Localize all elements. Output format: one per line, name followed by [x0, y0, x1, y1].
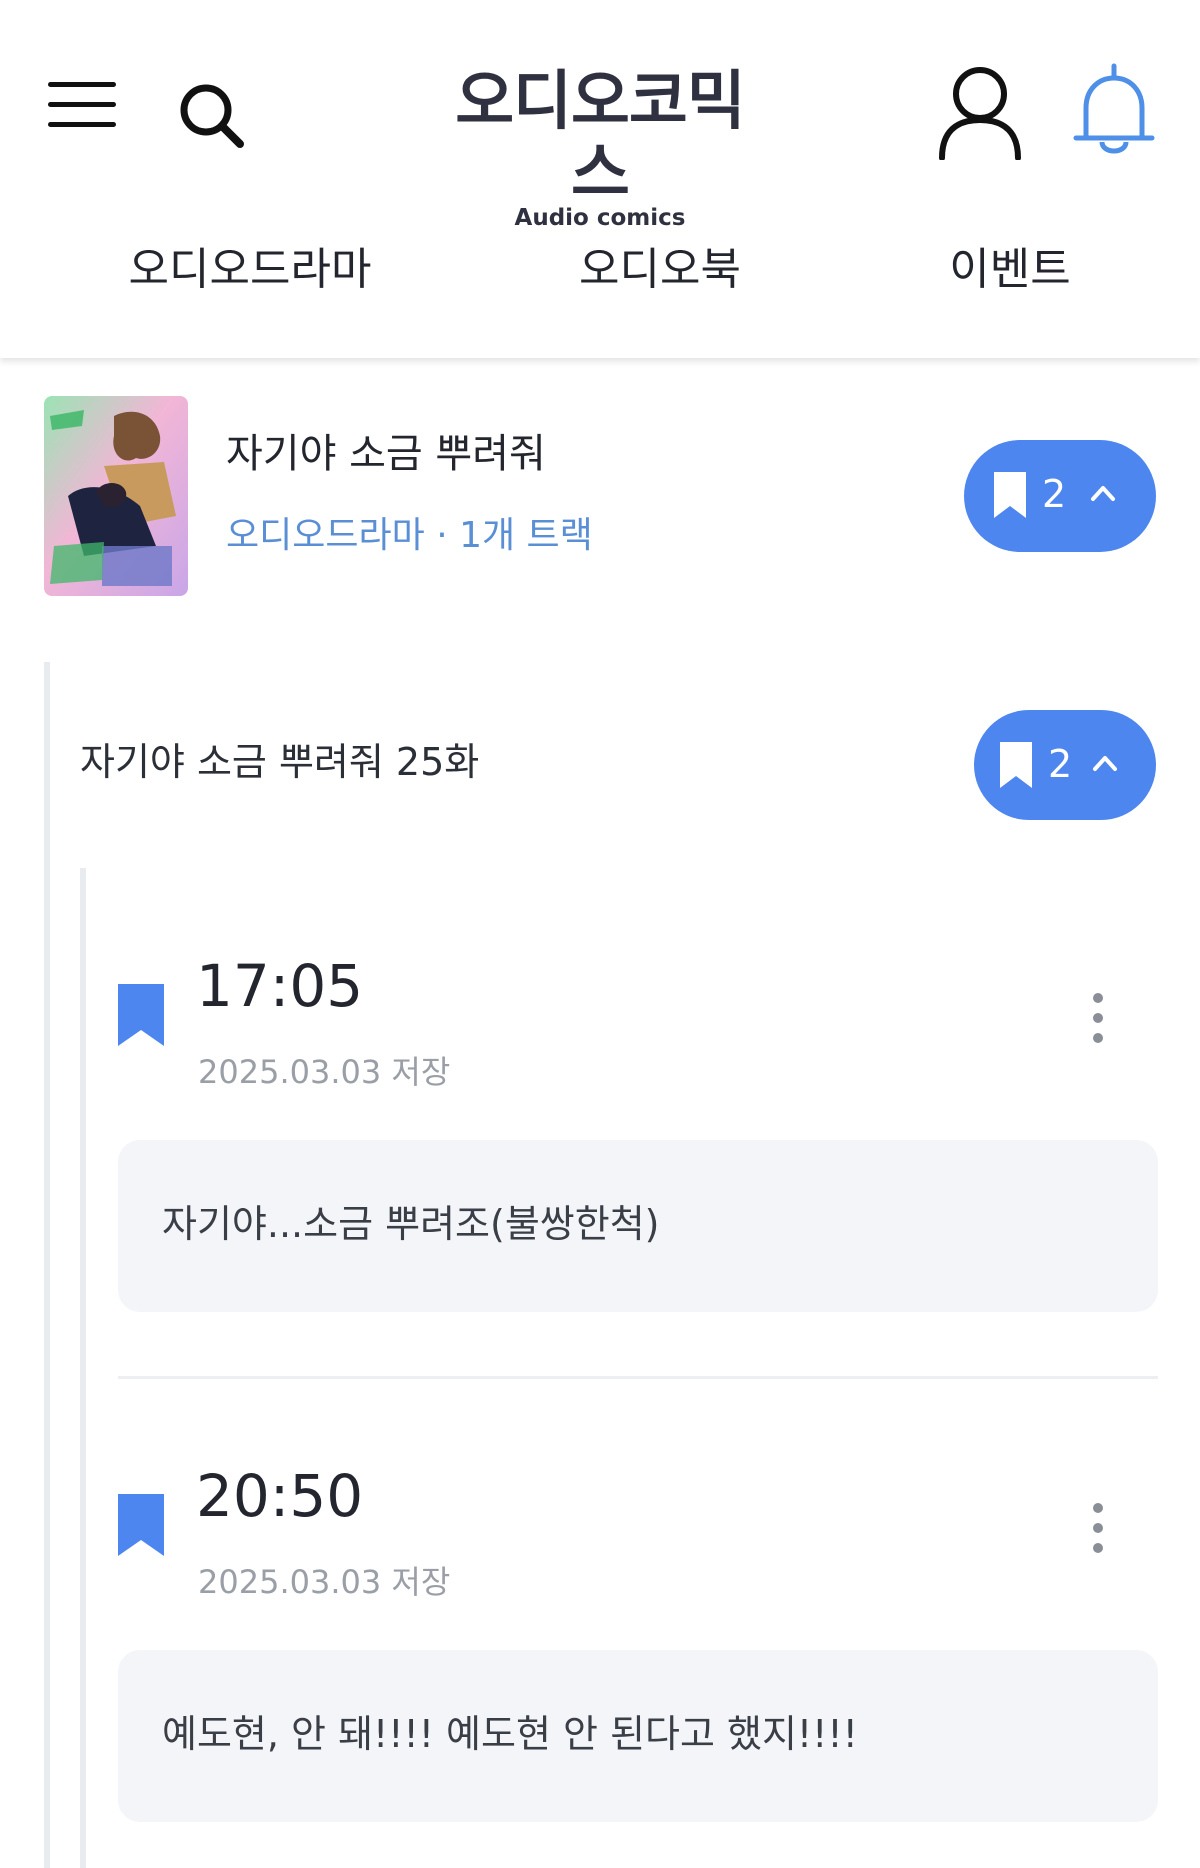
bookmark-saved-date: 2025.03.03 저장	[198, 1053, 451, 1091]
series-meta: 오디오드라마 · 1개 트랙	[226, 512, 593, 560]
bookmark-icon	[1000, 742, 1032, 788]
bookmark-count: 2	[1042, 472, 1067, 516]
notification-bell-icon[interactable]	[1072, 62, 1156, 162]
tab-audio-drama[interactable]: 오디오드라마	[100, 240, 400, 300]
meta-separator: ·	[436, 515, 448, 556]
bookmark-note-box[interactable]: 자기야...소금 뿌려조(불쌍한척)	[118, 1140, 1158, 1312]
bookmark-flag-icon	[118, 1494, 164, 1556]
bookmark-saved-date: 2025.03.03 저장	[198, 1563, 451, 1601]
logo-title: 오디오코믹스	[455, 65, 745, 211]
bookmark-time[interactable]: 17:05	[196, 950, 363, 1022]
series-title[interactable]: 자기야 소금 뿌려줘	[226, 426, 546, 482]
tab-audio-book[interactable]: 오디오북	[560, 240, 760, 300]
bookmark-note-text: 예도현, 안 돼!!!! 예도현 안 된다고 했지!!!!	[162, 1712, 858, 1756]
episode-title[interactable]: 자기야 소금 뿌려줘 25화	[80, 736, 479, 788]
bookmark-time[interactable]: 20:50	[196, 1460, 363, 1532]
app-logo[interactable]: 오디오코믹스 Audio comics	[430, 66, 770, 231]
hamburger-menu-icon[interactable]	[48, 80, 116, 130]
main-navigation: 오디오드라마 오디오북 이벤트	[0, 240, 1200, 320]
search-icon[interactable]	[176, 80, 246, 150]
tree-line	[80, 868, 86, 1868]
bookmark-flag-icon	[118, 984, 164, 1046]
more-options-icon[interactable]	[1086, 1498, 1110, 1558]
episode-bookmark-toggle-button[interactable]: 2	[974, 710, 1156, 820]
bookmark-count: 2	[1048, 742, 1073, 786]
more-options-icon[interactable]	[1086, 988, 1110, 1048]
top-header: 오디오코믹스 Audio comics 오디오드라마 오디오북 이벤트	[0, 0, 1200, 358]
bookmark-note-text: 자기야...소금 뿌려조(불쌍한척)	[162, 1202, 660, 1246]
series-category: 오디오드라마	[226, 515, 425, 556]
album-cover-image[interactable]	[44, 396, 188, 596]
divider	[118, 1376, 1158, 1379]
bookmark-icon	[994, 472, 1026, 518]
chevron-up-icon	[1091, 486, 1115, 501]
series-bookmark-toggle-button[interactable]: 2	[964, 440, 1156, 552]
tree-line	[44, 662, 50, 1868]
chevron-up-icon	[1093, 756, 1117, 771]
user-profile-icon[interactable]	[936, 64, 1024, 160]
series-track-count: 1개 트랙	[459, 515, 593, 556]
logo-subtitle: Audio comics	[514, 205, 686, 231]
tab-event[interactable]: 이벤트	[920, 240, 1100, 300]
bookmark-note-box[interactable]: 예도현, 안 돼!!!! 예도현 안 된다고 했지!!!!	[118, 1650, 1158, 1822]
